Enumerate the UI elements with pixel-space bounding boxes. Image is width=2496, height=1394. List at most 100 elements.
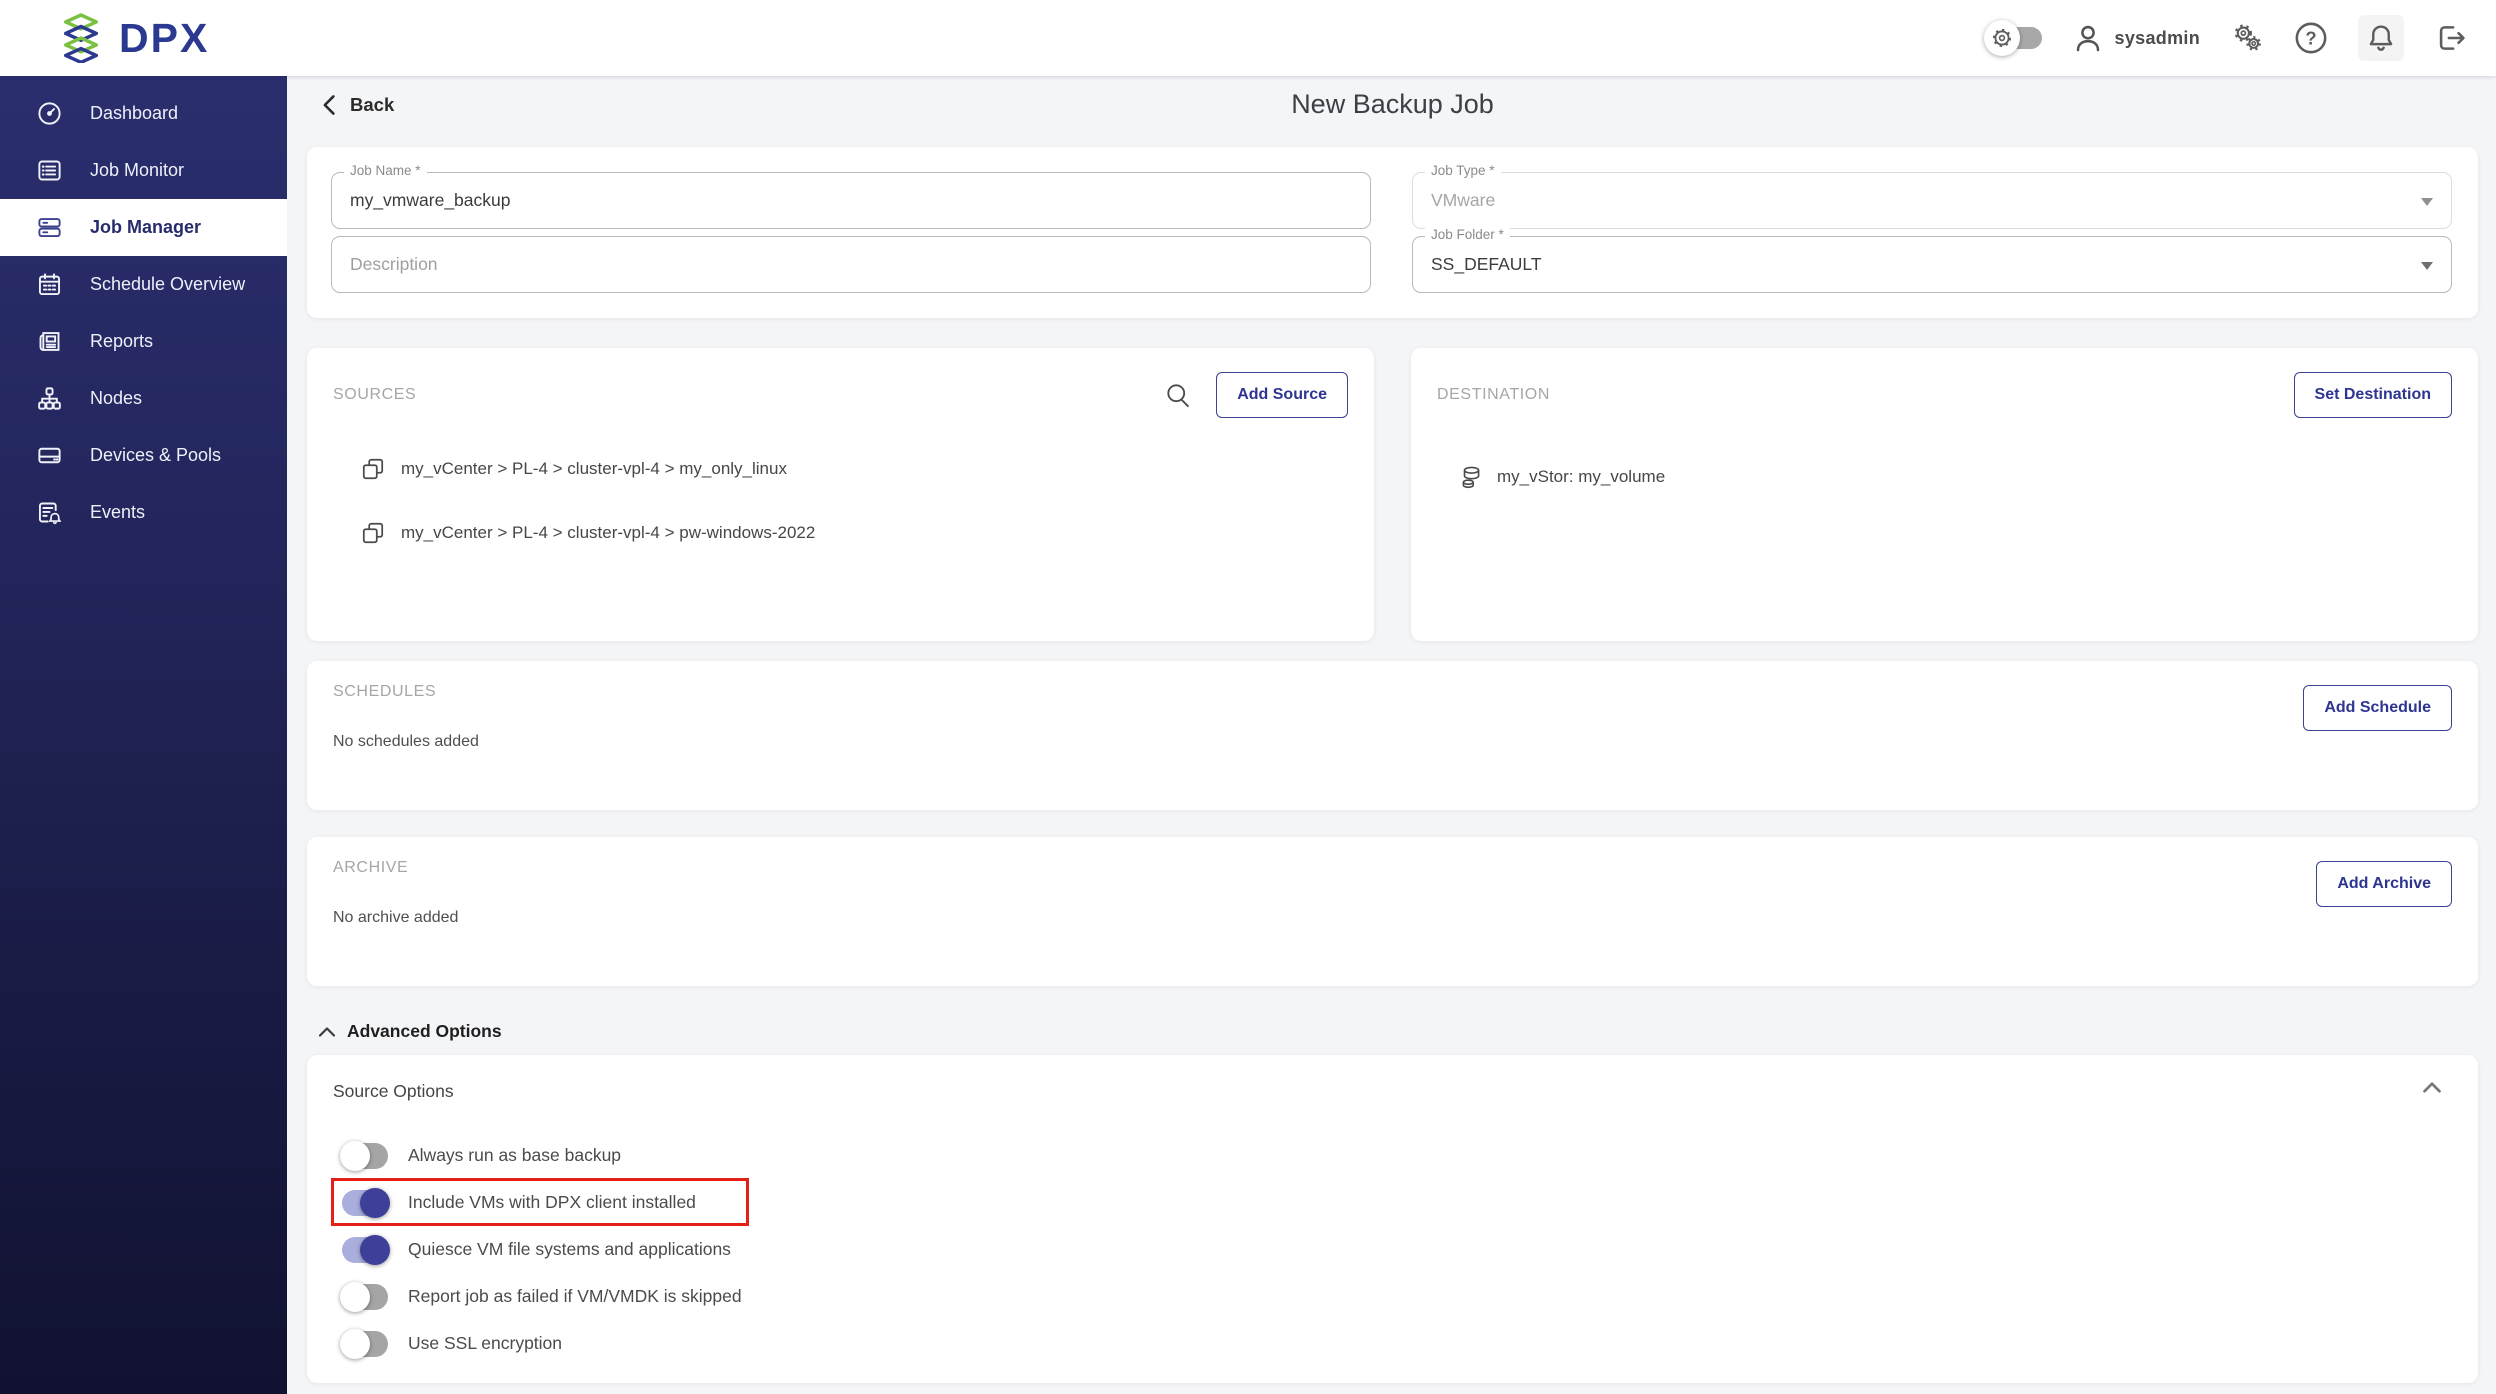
sidebar-item-devices-pools[interactable]: Devices & Pools (0, 427, 287, 484)
archive-card: ARCHIVE Add Archive No archive added (307, 837, 2478, 986)
help-button[interactable]: ? (2294, 21, 2328, 55)
source-list-item[interactable]: my_vCenter > PL-4 > cluster-vpl-4 > my_o… (360, 456, 1348, 482)
logout-icon (2434, 21, 2468, 55)
toggle-row-report-failed: Report job as failed if VM/VMDK is skipp… (342, 1273, 2452, 1320)
job-type-select[interactable] (1413, 173, 2451, 228)
archive-title: ARCHIVE (333, 859, 408, 876)
job-name-input[interactable] (332, 173, 1370, 228)
system-settings-button[interactable] (2230, 21, 2264, 55)
add-archive-button[interactable]: Add Archive (2316, 861, 2452, 907)
source-path: my_vCenter > PL-4 > cluster-vpl-4 > pw-w… (401, 523, 815, 543)
topbar-actions: sysadmin ? (1990, 15, 2468, 61)
reports-icon (36, 328, 63, 355)
job-type-field: Job Type * (1412, 172, 2452, 229)
sources-header: SOURCES Add Source (333, 372, 1348, 418)
switch-knob (340, 1141, 370, 1171)
main-content: Back New Backup Job Job Name * Job Type … (287, 76, 2496, 1394)
destination-list-item[interactable]: my_vStor: my_volume (1458, 464, 2452, 490)
dropdown-arrow-icon (2421, 198, 2433, 206)
toggle-label: Quiesce VM file systems and applications (408, 1239, 731, 1260)
job-monitor-icon (36, 157, 63, 184)
advanced-options-label: Advanced Options (347, 1021, 502, 1042)
form-right-column: Job Type * Job Folder * (1412, 172, 2452, 318)
sidebar-item-nodes[interactable]: Nodes (0, 370, 287, 427)
user-menu[interactable]: sysadmin (2072, 22, 2200, 54)
double-gear-icon (2230, 20, 2264, 56)
source-options-title: Source Options (333, 1081, 2452, 1102)
destination-card: DESTINATION Set Destination my_vStor: my… (1411, 348, 2478, 641)
job-folder-select[interactable] (1413, 237, 2451, 292)
add-source-button[interactable]: Add Source (1216, 372, 1348, 418)
toggle-row-include-dpx-client: Include VMs with DPX client installed (342, 1179, 2452, 1226)
add-schedule-button[interactable]: Add Schedule (2303, 685, 2452, 731)
vm-icon (360, 520, 386, 546)
sidebar-item-job-monitor[interactable]: Job Monitor (0, 142, 287, 199)
schedules-title: SCHEDULES (333, 683, 436, 700)
ssl-encryption-switch[interactable] (342, 1331, 388, 1357)
switch-knob (340, 1329, 370, 1359)
source-options-card: Source Options Always run as base backup… (307, 1055, 2478, 1383)
sidebar-item-label: Nodes (90, 388, 142, 409)
toggle-label: Report job as failed if VM/VMDK is skipp… (408, 1286, 742, 1307)
quiesce-vm-switch[interactable] (342, 1237, 388, 1263)
sidebar-item-label: Devices & Pools (90, 445, 221, 466)
source-list-item[interactable]: my_vCenter > PL-4 > cluster-vpl-4 > pw-w… (360, 520, 1348, 546)
page-header-row: Back New Backup Job (307, 76, 2478, 133)
set-destination-button[interactable]: Set Destination (2294, 372, 2452, 418)
toggle-row-quiesce: Quiesce VM file systems and applications (342, 1226, 2452, 1273)
help-icon: ? (2294, 21, 2328, 55)
devices-icon (36, 442, 63, 469)
search-icon (1164, 381, 1192, 409)
description-input[interactable] (332, 237, 1370, 292)
sidebar-item-label: Job Manager (90, 217, 201, 238)
destination-path: my_vStor: my_volume (1497, 467, 1665, 487)
description-field (331, 236, 1371, 293)
dpx-logo[interactable]: DPX (58, 13, 209, 63)
switch-knob (360, 1188, 390, 1218)
dpx-layers-icon (58, 13, 104, 63)
vm-icon (360, 456, 386, 482)
storage-icon (1458, 464, 1484, 490)
source-options-toggles: Always run as base backup Include VMs wi… (333, 1132, 2452, 1367)
source-path: my_vCenter > PL-4 > cluster-vpl-4 > my_o… (401, 459, 787, 479)
settings-toggle-knob (1984, 20, 2020, 56)
sidebar-item-events[interactable]: Events (0, 484, 287, 541)
chevron-up-icon (2422, 1081, 2442, 1094)
toggle-row-ssl: Use SSL encryption (342, 1320, 2452, 1367)
dropdown-arrow-icon (2421, 262, 2433, 270)
notifications-button[interactable] (2358, 15, 2404, 61)
collapse-section-button[interactable] (2422, 1081, 2442, 1099)
sidebar: Dashboard Job Monitor Job Manager (0, 76, 287, 1394)
report-failed-switch[interactable] (342, 1284, 388, 1310)
sources-destination-row: SOURCES Add Source my_vCenter > PL-4 > c… (307, 348, 2478, 641)
destination-title: DESTINATION (1437, 386, 1550, 404)
job-name-field: Job Name * (331, 172, 1371, 229)
chevron-left-icon (320, 94, 337, 116)
job-manager-icon (36, 214, 63, 241)
destination-header: DESTINATION Set Destination (1437, 372, 2452, 418)
logout-button[interactable] (2434, 21, 2468, 55)
sources-title: SOURCES (333, 386, 416, 404)
sources-search-button[interactable] (1164, 381, 1192, 409)
always-base-backup-switch[interactable] (342, 1143, 388, 1169)
schedules-card: SCHEDULES Add Schedule No schedules adde… (307, 661, 2478, 810)
switch-knob (360, 1235, 390, 1265)
back-label: Back (350, 94, 394, 116)
events-icon (36, 499, 63, 526)
form-left-column: Job Name * (331, 172, 1371, 318)
sidebar-item-reports[interactable]: Reports (0, 313, 287, 370)
back-button[interactable]: Back (320, 94, 394, 116)
job-details-card: Job Name * Job Type * Job Folder * (307, 147, 2478, 318)
sidebar-item-label: Dashboard (90, 103, 178, 124)
toggle-label: Include VMs with DPX client installed (408, 1192, 696, 1213)
sidebar-item-dashboard[interactable]: Dashboard (0, 85, 287, 142)
settings-toggle[interactable] (1990, 26, 2042, 50)
top-bar: DPX sysadmin (0, 0, 2496, 76)
nodes-icon (36, 385, 63, 412)
advanced-options-toggle[interactable]: Advanced Options (318, 1021, 2478, 1042)
page-title: New Backup Job (307, 89, 2478, 120)
job-folder-field: Job Folder * (1412, 236, 2452, 293)
sidebar-item-schedule-overview[interactable]: Schedule Overview (0, 256, 287, 313)
sidebar-item-job-manager[interactable]: Job Manager (0, 199, 287, 256)
include-dpx-client-switch[interactable] (342, 1190, 388, 1216)
